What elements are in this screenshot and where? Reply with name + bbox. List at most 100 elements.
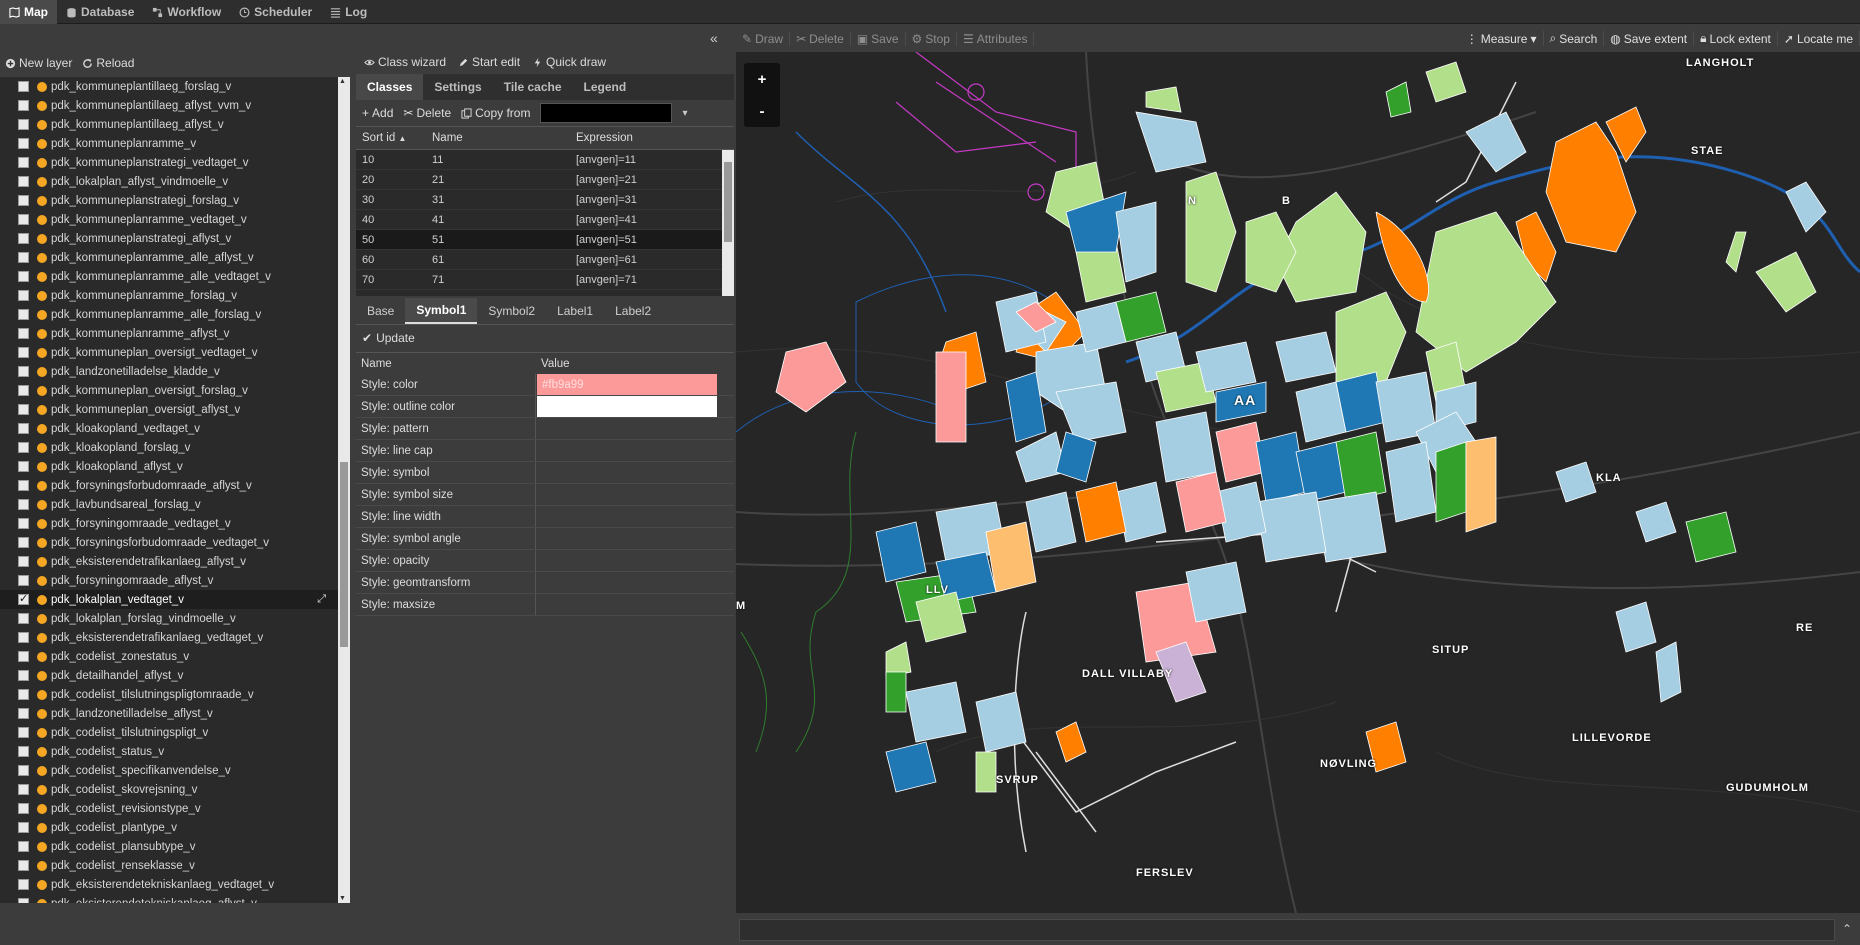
search-button[interactable]: ⌕ Search [1544,31,1605,46]
layer-checkbox[interactable] [18,879,29,890]
layer-checkbox[interactable] [18,499,29,510]
layer-checkbox[interactable] [18,195,29,206]
prop-value[interactable] [537,396,717,417]
layer-row[interactable]: pdk_codelist_skovrejsning_v [0,780,338,799]
class-grid-scrollbar[interactable] [722,150,734,296]
layer-row[interactable]: pdk_codelist_zonestatus_v [0,647,338,666]
scroll-thumb[interactable] [340,462,348,647]
layer-checkbox[interactable] [18,214,29,225]
prop-value[interactable] [537,572,717,593]
layer-row[interactable]: pdk_kommuneplanramme_forslag_v [0,286,338,305]
tab-scheduler[interactable]: Scheduler [230,0,321,24]
delete-feature-button[interactable]: ✂ Delete [790,31,851,46]
layer-checkbox[interactable] [18,81,29,92]
layer-row[interactable]: pdk_forsyningsforbudomraade_aflyst_v [0,476,338,495]
locate-me-button[interactable]: ➚ Locate me [1778,31,1860,46]
layer-row[interactable]: pdk_detailhandel_aflyst_v [0,666,338,685]
scroll-down-icon[interactable]: ▼ [339,895,346,902]
layer-row[interactable]: pdk_kloakopland_forslag_v [0,438,338,457]
layer-row[interactable]: pdk_lokalplan_forslag_vindmoelle_v [0,609,338,628]
tab-label2[interactable]: Label2 [604,298,662,324]
layer-row[interactable]: pdk_kommuneplanramme_alle_aflyst_v [0,248,338,267]
prop-value[interactable]: #fb9a99 [537,374,717,395]
layer-checkbox[interactable] [18,176,29,187]
layer-checkbox[interactable] [18,328,29,339]
prop-row[interactable]: Style: line cap [356,440,734,462]
prop-row[interactable]: Style: color #fb9a99 [356,374,734,396]
layer-row[interactable]: pdk_kommuneplanramme_alle_vedtaget_v [0,267,338,286]
collapse-panel-icon[interactable]: « [710,30,718,46]
prop-value[interactable] [537,550,717,571]
layer-checkbox[interactable] [18,233,29,244]
layer-checkbox[interactable] [18,841,29,852]
tab-settings[interactable]: Settings [423,74,492,100]
stop-button[interactable]: ⚙ Stop [906,31,957,46]
layer-checkbox[interactable] [18,347,29,358]
prop-value[interactable] [537,462,717,483]
layer-row[interactable]: pdk_kommuneplanstrategi_forslag_v [0,191,338,210]
layer-row[interactable]: pdk_codelist_tilslutningspligtomraade_v [0,685,338,704]
layer-row[interactable]: pdk_kommuneplanramme_aflyst_v [0,324,338,343]
prop-row[interactable]: Style: line width [356,506,734,528]
prop-value[interactable] [537,506,717,527]
prop-row[interactable]: Style: opacity [356,550,734,572]
layer-checkbox[interactable] [18,442,29,453]
layer-row[interactable]: pdk_codelist_specifikanvendelse_v [0,761,338,780]
layer-row[interactable]: pdk_lokalplan_vedtaget_v ⤢ [0,590,338,609]
layer-checkbox[interactable] [18,290,29,301]
class-row[interactable]: 10 11 [anvgen]=11 [356,150,734,170]
prop-row[interactable]: Style: symbol angle [356,528,734,550]
zoom-in-button[interactable]: + [744,63,780,95]
layer-row[interactable]: pdk_kommuneplanramme_alle_forslag_v [0,305,338,324]
tab-log[interactable]: Log [321,0,376,24]
layer-row[interactable]: pdk_codelist_revisionstype_v [0,799,338,818]
layer-row[interactable]: pdk_eksisterendetekniskanlaeg_aflyst_v [0,894,338,903]
layer-checkbox[interactable] [18,100,29,111]
lock-extent-button[interactable]: 🔒︎ Lock extent [1694,31,1778,46]
expand-up-icon[interactable]: ⌃ [1842,922,1852,936]
layer-row[interactable]: pdk_kommuneplanstrategi_aflyst_v [0,229,338,248]
layer-checkbox[interactable] [18,803,29,814]
layer-checkbox[interactable] [18,708,29,719]
layer-checkbox[interactable] [18,309,29,320]
layer-row[interactable]: pdk_kommuneplanramme_v [0,134,338,153]
layer-checkbox[interactable] [18,613,29,624]
layer-checkbox[interactable] [18,689,29,700]
layer-checkbox[interactable] [18,138,29,149]
layer-row[interactable]: pdk_forsyningomraade_vedtaget_v [0,514,338,533]
layer-checkbox[interactable] [18,670,29,681]
class-wizard-button[interactable]: Class wizard [364,55,446,69]
layer-row[interactable]: pdk_kloakopland_vedtaget_v [0,419,338,438]
draw-button[interactable]: ✎ Draw [736,31,791,46]
tab-tile-cache[interactable]: Tile cache [493,74,573,100]
zoom-out-button[interactable]: - [744,95,780,127]
layer-checkbox[interactable] [18,252,29,263]
layer-checkbox[interactable] [18,404,29,415]
layer-row[interactable]: pdk_kommuneplantillaeg_aflyst_vvm_v [0,96,338,115]
col-sort-id[interactable]: Sort id ▲ [356,132,426,144]
prop-value[interactable] [537,484,717,505]
prop-row[interactable]: Style: maxsize [356,594,734,616]
layer-checkbox[interactable] [18,765,29,776]
measure-button[interactable]: ⋮ Measure ▾ [1460,31,1544,46]
add-class-button[interactable]: + Add [362,106,393,120]
layer-row[interactable]: pdk_eksisterendetekniskanlaeg_vedtaget_v [0,875,338,894]
map-canvas[interactable]: + - LANGHOLT STAE N B AA KLA DALL VILLAB… [736,52,1860,913]
layer-checkbox[interactable] [18,461,29,472]
scroll-up-icon[interactable]: ▲ [339,78,346,85]
layer-row[interactable]: pdk_eksisterendetrafikanlaeg_aflyst_v [0,552,338,571]
tab-classes[interactable]: Classes [356,74,424,100]
layer-checkbox[interactable] [18,366,29,377]
layer-row[interactable]: pdk_kommuneplantillaeg_aflyst_v [0,115,338,134]
layer-row[interactable]: pdk_landzonetilladelse_aflyst_v [0,704,338,723]
class-row[interactable]: 40 41 [anvgen]=41 [356,210,734,230]
layer-list-scrollbar[interactable]: ▲ ▼ [338,77,350,903]
layer-row[interactable]: pdk_kommuneplanstrategi_vedtaget_v [0,153,338,172]
prop-value[interactable] [537,594,717,615]
layer-checkbox[interactable] [18,727,29,738]
prop-row[interactable]: Style: geomtransform [356,572,734,594]
prop-value[interactable] [537,528,717,549]
layer-row[interactable]: pdk_forsyningsforbudomraade_vedtaget_v [0,533,338,552]
layer-row[interactable]: pdk_kommuneplanramme_vedtaget_v [0,210,338,229]
layer-checkbox[interactable] [18,385,29,396]
